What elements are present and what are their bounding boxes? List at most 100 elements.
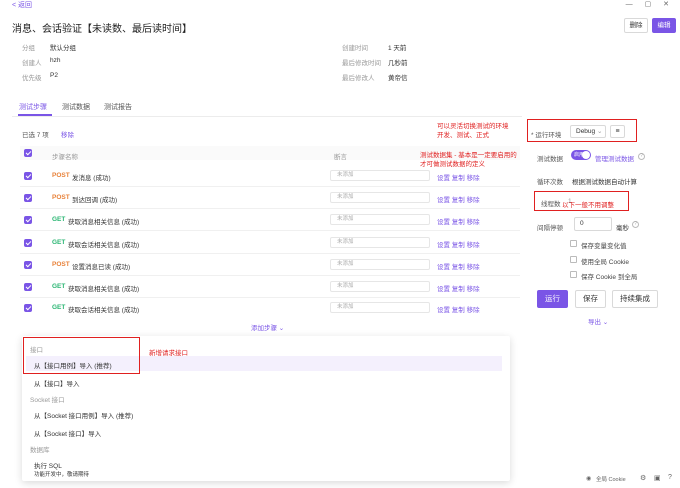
row-checkbox[interactable] [24,304,32,312]
group-database: 数据库 [30,447,50,454]
step-name: 获取会话相关信息 (成功) [68,242,140,249]
help-icon: ? [638,153,645,160]
data-note-line2: 才可做测试数据的定义 [420,161,485,168]
tab-test-report[interactable]: 测试报告 [104,102,132,112]
top-bar: < 返回 — ▢ ✕ [0,0,680,10]
step-name: 设置消息已读 (成功) [72,264,131,271]
env-select[interactable]: Debug ⌄ [570,125,606,138]
settings-icon[interactable]: ⚙ [640,474,646,482]
thread-highlight-box [534,191,629,211]
loop-count-label: 循环次数 [537,179,563,186]
method-badge: GET [52,283,66,290]
meta-created-key: 创建时间 [342,45,368,52]
assert-field[interactable]: 未添加 [330,170,430,181]
env-select-value: Debug [576,128,596,135]
edit-button[interactable]: 编辑 [652,18,676,33]
assert-field[interactable]: 未添加 [330,192,430,203]
data-note-line1: 测试数据集 - 基本是一定要启用的 [420,152,517,159]
env-label: * 运行环境 [531,132,562,139]
global-cookie-checkbox[interactable] [570,256,577,263]
row-divider [20,230,520,231]
meta-modifier-key: 最后修改人 [342,75,375,82]
method-badge: POST [52,261,70,268]
import-from-api[interactable]: 从【接口】导入 [34,378,80,388]
method-badge: GET [52,216,66,223]
import-from-socket[interactable]: 从【Socket 接口】导入 [34,428,101,438]
add-step-button[interactable]: 添加步骤 ⌄ [251,322,284,332]
test-data-toggle[interactable]: 启用 [571,150,591,160]
interval-unit: 毫秒 [616,225,629,232]
row-divider [20,253,520,254]
tab-test-data[interactable]: 测试数据 [62,102,90,112]
method-badge: POST [52,194,70,201]
col-step-name: 步骤名称 [52,154,78,161]
row-actions[interactable]: 设置 复制 移除 [437,283,480,293]
save-cookie-checkbox[interactable] [570,271,577,278]
row-actions[interactable]: 设置 复制 移除 [437,194,480,204]
row-checkbox[interactable] [24,216,32,224]
window-controls[interactable]: — ▢ ✕ [626,0,674,8]
env-menu-button[interactable]: ≡ [610,125,625,138]
back-link[interactable]: < 返回 [12,0,32,10]
dropdown-note: 新增请求接口 [149,350,188,357]
selected-count: 已选 7 项 [22,132,49,139]
step-name: 获取消息相关信息 (成功) [68,286,140,293]
loop-count-value: 根据测试数据自动计算 [572,179,637,186]
row-divider [20,186,520,187]
row-checkbox[interactable] [24,261,32,269]
export-button[interactable]: 导出 ⌄ [588,316,608,326]
assert-field[interactable]: 未添加 [330,302,430,313]
method-badge: GET [52,239,66,246]
meta-creator-key: 创建人 [22,60,42,67]
row-checkbox[interactable] [24,194,32,202]
exec-sql-desc: 功能开发中，敬请期待 [34,472,90,478]
row-checkbox[interactable] [24,239,32,247]
row-checkbox[interactable] [24,283,32,291]
row-actions[interactable]: 设置 复制 移除 [437,172,480,182]
select-all-checkbox[interactable] [24,149,32,157]
bottom-bar: ◉ 全局 Cookie ⚙ ▣ ? [520,470,680,488]
row-actions[interactable]: 设置 复制 移除 [437,304,480,314]
help-icon[interactable]: ? [668,474,672,481]
run-button[interactable]: 运行 [537,290,568,308]
delete-button[interactable]: 删除 [624,18,648,33]
meta-created-value: 1 天前 [388,45,407,52]
meta-modifier-value: 黄帝信 [388,75,408,82]
save-variables-checkbox[interactable] [570,240,577,247]
assert-field[interactable]: 未添加 [330,281,430,292]
row-actions[interactable]: 设置 复制 移除 [437,239,480,249]
exec-sql-item[interactable]: 执行 SQL [34,460,62,470]
remove-selected-link[interactable]: 移除 [61,129,74,139]
group-socket: Socket 接口 [30,397,65,404]
import-from-socket-case[interactable]: 从【Socket 接口用例】导入 (推荐) [34,410,133,420]
method-badge: POST [52,172,70,179]
global-cookie-link[interactable]: 全局 Cookie [596,475,626,483]
save-button[interactable]: 保存 [575,290,606,308]
manage-test-data-link[interactable]: 管理测试数据 [595,153,634,163]
tab-test-steps[interactable]: 测试步骤 [19,102,47,112]
trash-icon[interactable]: ▣ [654,474,661,482]
ci-button[interactable]: 持续集成 [612,290,658,308]
meta-priority-value: P2 [50,72,58,79]
interval-label: 间隔停顿 [537,225,563,232]
row-checkbox[interactable] [24,172,32,180]
menu-icon: ≡ [615,128,620,135]
col-assert: 断言 [334,154,347,161]
meta-creator-value: hzh [50,57,61,64]
step-name: 获取消息相关信息 (成功) [68,219,140,226]
assert-field[interactable]: 未添加 [330,214,430,225]
tab-divider [12,116,522,117]
interval-input[interactable]: 0 [574,217,612,231]
save-cookie-label: 保存 Cookie 到全局 [581,274,638,281]
step-name: 发消息 (成功) [72,175,111,182]
row-actions[interactable]: 设置 复制 移除 [437,216,480,226]
meta-group-key: 分组 [22,45,35,52]
assert-field[interactable]: 未添加 [330,237,430,248]
assert-field[interactable]: 未添加 [330,259,430,270]
cookie-icon[interactable]: ◉ [586,475,591,482]
row-divider [20,208,520,209]
row-actions[interactable]: 设置 复制 移除 [437,261,480,271]
meta-group-value: 默认分组 [50,45,76,52]
step-name: 到达回调 (成功) [72,197,118,204]
row-divider [20,275,520,276]
